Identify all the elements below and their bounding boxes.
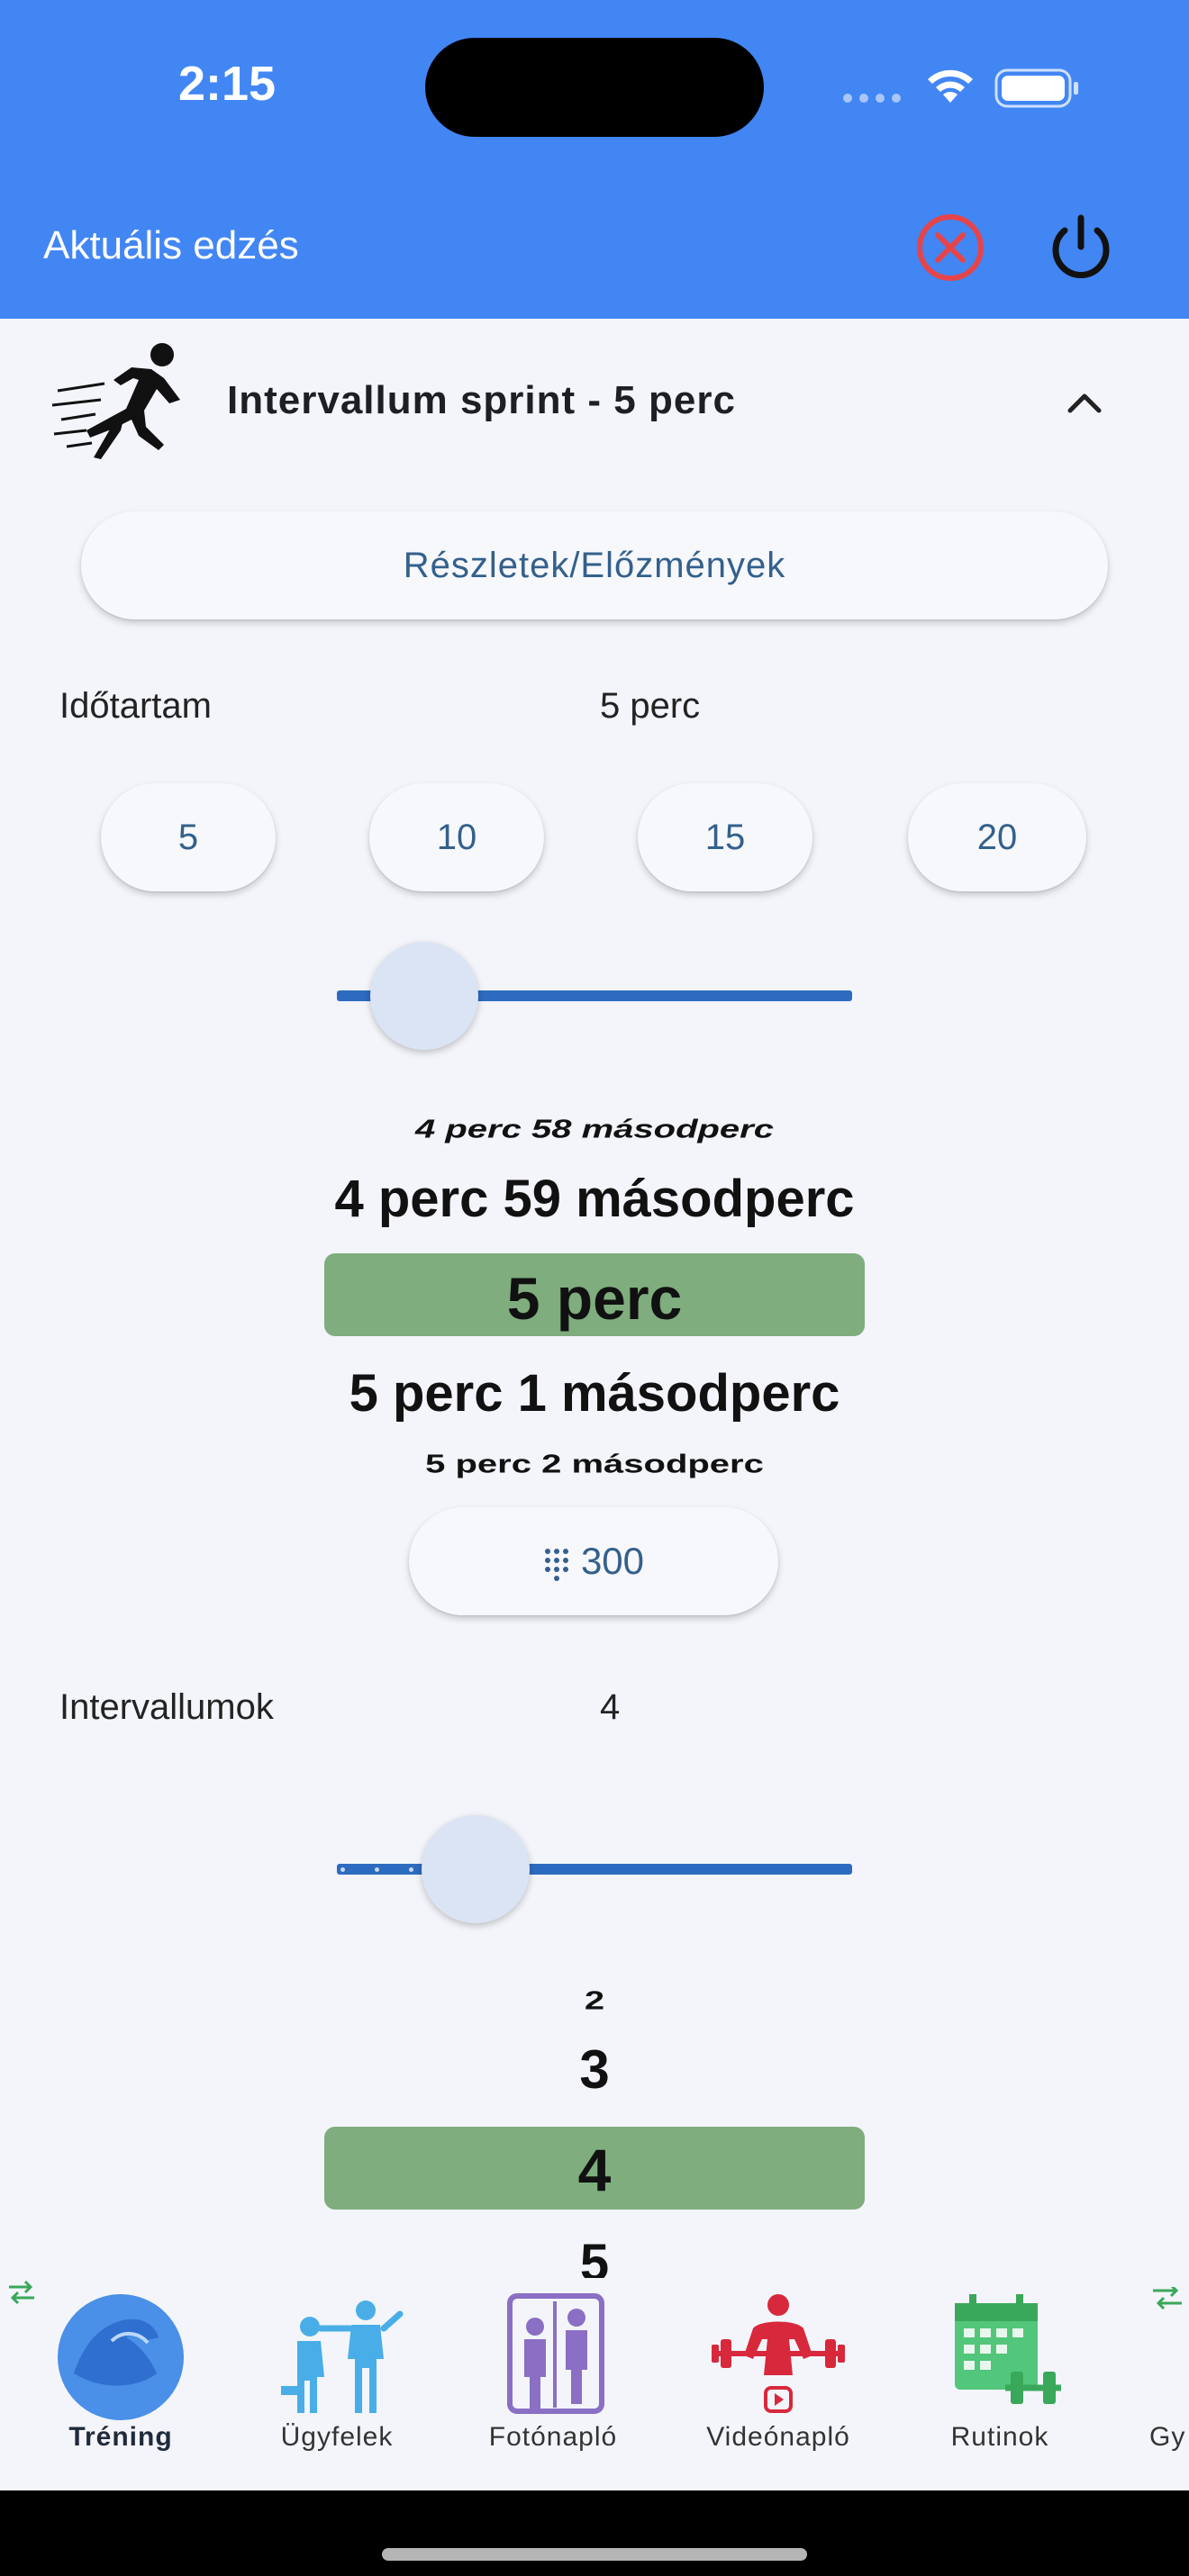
seconds-value: 300 <box>580 1540 645 1582</box>
duration-preset-15[interactable]: 15 <box>638 783 812 891</box>
nav-item-partial[interactable]: Gy <box>1117 2287 1189 2458</box>
battery-icon <box>994 68 1078 108</box>
intervals-label: Intervallumok <box>59 1687 274 1727</box>
exercise-title: Intervallum sprint - 5 perc <box>227 378 736 422</box>
status-time: 2:15 <box>178 57 277 111</box>
intervals-slider-thumb[interactable] <box>422 1815 531 1923</box>
home-indicator-area <box>0 2490 1189 2576</box>
nav-label-routines: Rutinok <box>950 2422 1049 2452</box>
picker-item-selected[interactable]: 5 perc <box>0 1264 1189 1333</box>
picker-item[interactable]: 4 perc 58 másodperc <box>0 1115 1189 1143</box>
nav-label-training: Tréning <box>68 2422 173 2452</box>
sprinter-icon <box>51 343 180 459</box>
nav-label-video-diary: Videónapló <box>706 2422 850 2452</box>
duration-slider-thumb[interactable] <box>370 942 479 1050</box>
photo-diary-icon <box>507 2293 604 2414</box>
duration-value: 5 perc <box>600 686 701 726</box>
nav-item-photo-diary[interactable]: Fotónapló <box>454 2287 652 2458</box>
duration-preset-5[interactable]: 5 <box>101 783 276 891</box>
picker-item[interactable]: 2 <box>0 1986 1189 2015</box>
nav-label-clients: Ügyfelek <box>280 2422 394 2452</box>
cellular-signal-icon <box>843 90 903 104</box>
seconds-input-button[interactable]: 300 <box>409 1507 778 1615</box>
picker-item[interactable]: 5 perc 2 másodperc <box>0 1450 1189 1478</box>
details-history-button[interactable]: Részletek/Előzmények <box>81 511 1108 619</box>
video-diary-icon <box>712 2294 845 2413</box>
flexed-arm-icon <box>58 2294 184 2420</box>
nav-item-clients[interactable]: Ügyfelek <box>238 2287 436 2458</box>
slider-tick <box>409 1867 413 1872</box>
duration-label: Időtartam <box>59 686 212 726</box>
duration-preset-20[interactable]: 20 <box>908 783 1086 891</box>
home-indicator[interactable] <box>382 2548 807 2561</box>
intervals-value: 4 <box>600 1687 621 1727</box>
nav-item-video-diary[interactable]: Videónapló <box>679 2287 877 2458</box>
duration-preset-10[interactable]: 10 <box>369 783 544 891</box>
nav-item-routines[interactable]: Rutinok <box>901 2287 1099 2458</box>
intervals-slider-track[interactable] <box>337 1864 852 1875</box>
swap-arrows-icon <box>1153 2287 1182 2310</box>
dynamic-island <box>425 38 764 137</box>
picker-item[interactable]: 5 <box>0 2233 1189 2278</box>
page-title: Aktuális edzés <box>43 223 299 267</box>
picker-item[interactable]: 4 perc 59 másodperc <box>0 1169 1189 1229</box>
nav-item-training[interactable]: Tréning <box>22 2287 220 2458</box>
picker-item[interactable]: 5 perc 1 másodperc <box>0 1363 1189 1424</box>
nav-label-partial: Gy <box>1149 2422 1186 2452</box>
picker-item-selected[interactable]: 4 <box>0 2136 1189 2204</box>
keypad-icon <box>543 1543 570 1581</box>
slider-tick <box>340 1867 345 1872</box>
chevron-up-icon[interactable] <box>1059 384 1110 420</box>
cancel-workout-button[interactable] <box>910 207 991 288</box>
picker-item[interactable]: 3 <box>0 2038 1189 2101</box>
nav-label-photo-diary: Fotónapló <box>488 2422 618 2452</box>
slider-tick <box>375 1867 379 1872</box>
routines-calendar-icon <box>955 2294 1061 2404</box>
clients-icon <box>281 2300 404 2413</box>
wifi-icon <box>928 69 973 103</box>
power-button[interactable] <box>1039 205 1122 288</box>
app-header: 2:15 Aktuális edzés <box>0 0 1189 319</box>
